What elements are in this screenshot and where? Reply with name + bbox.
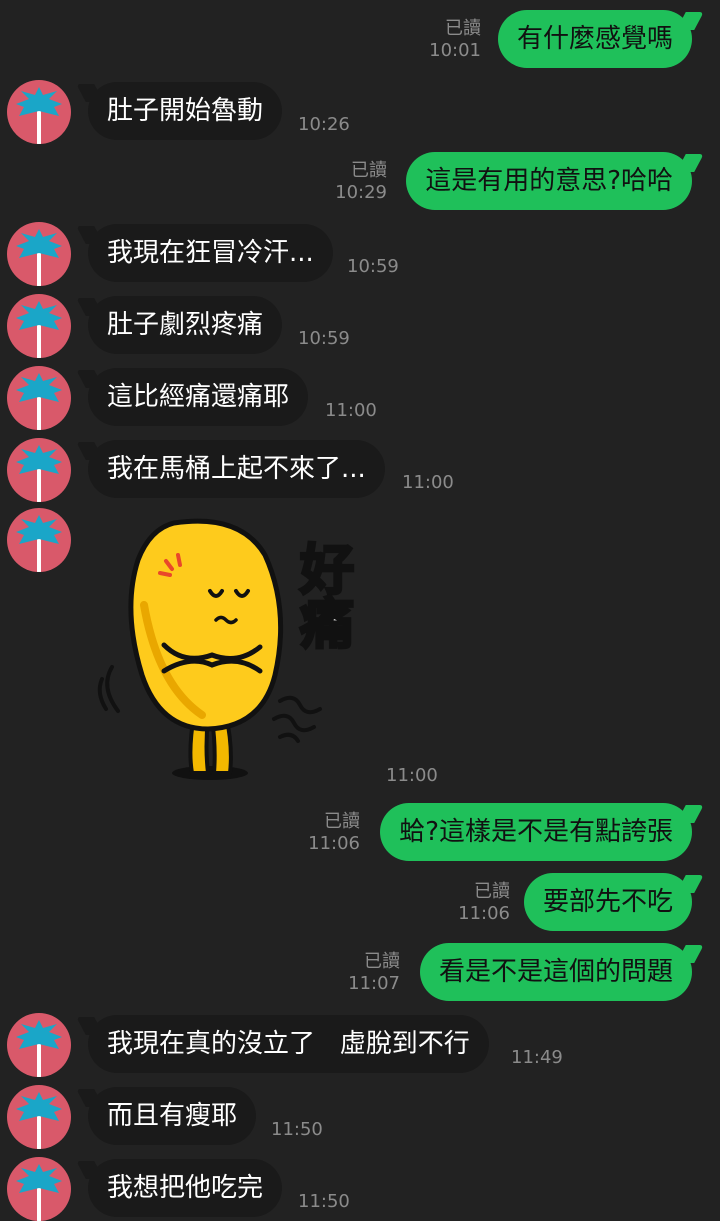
- contact-avatar[interactable]: [7, 508, 71, 572]
- palm-tree-icon: [16, 1020, 62, 1077]
- message-row: 已讀 11:06 蛤?這樣是不是有點誇張: [0, 803, 720, 863]
- contact-avatar[interactable]: [7, 1013, 71, 1077]
- message-row: 我在馬桶上起不來了... 11:00: [0, 438, 720, 504]
- message-row: 我想把他吃完 11:50: [0, 1157, 720, 1221]
- message-row: 肚子劇烈疼痛 10:59: [0, 294, 720, 360]
- message-time: 10:29: [335, 182, 387, 203]
- read-receipt: 已讀: [324, 811, 360, 832]
- palm-tree-icon: [16, 373, 62, 430]
- message-time: 11:50: [298, 1191, 350, 1212]
- message-time: 11:06: [458, 903, 510, 924]
- message-row: 這比經痛還痛耶 11:00: [0, 366, 720, 432]
- palm-tree-icon: [16, 87, 62, 144]
- message-row: 已讀 11:07 看是不是這個的問題: [0, 943, 720, 1003]
- message-time: 11:06: [308, 833, 360, 854]
- read-receipt: 已讀: [364, 951, 400, 972]
- message-time: 10:26: [298, 114, 350, 135]
- palm-tree-icon: [16, 301, 62, 358]
- palm-tree-icon: [16, 229, 62, 286]
- message-meta: 已讀 10:01: [401, 18, 481, 62]
- read-receipt: 已讀: [445, 18, 481, 39]
- message-time: 11:50: [271, 1119, 323, 1140]
- message-time: 10:59: [298, 328, 350, 349]
- message-row: 已讀 10:01 有什麼感覺嗎: [0, 10, 720, 70]
- outgoing-message-bubble[interactable]: 這是有用的意思?哈哈: [406, 152, 692, 210]
- read-receipt: 已讀: [351, 160, 387, 181]
- message-row: 已讀 10:29 這是有用的意思?哈哈: [0, 152, 720, 212]
- palm-tree-icon: [16, 1092, 62, 1149]
- contact-avatar[interactable]: [7, 438, 71, 502]
- palm-tree-icon: [16, 1164, 62, 1221]
- incoming-message-bubble[interactable]: 我在馬桶上起不來了...: [88, 440, 385, 498]
- contact-avatar[interactable]: [7, 1085, 71, 1149]
- message-meta: 已讀 10:29: [307, 160, 387, 204]
- message-row: 肚子開始魯動 10:26: [0, 80, 720, 146]
- message-time: 11:07: [348, 973, 400, 994]
- message-row: 我現在真的沒立了 虛脫到不行 11:49: [0, 1013, 720, 1079]
- contact-avatar[interactable]: [7, 80, 71, 144]
- incoming-message-bubble[interactable]: 而且有瘦耶: [88, 1087, 257, 1145]
- contact-avatar[interactable]: [7, 366, 71, 430]
- palm-tree-icon: [16, 445, 62, 502]
- outgoing-message-bubble[interactable]: 要部先不吃: [523, 873, 692, 931]
- message-meta: 已讀 11:07: [320, 951, 400, 995]
- message-row: 我現在狂冒冷汗... 10:59: [0, 222, 720, 288]
- message-time: 11:00: [402, 472, 454, 493]
- incoming-message-bubble[interactable]: 我現在真的沒立了 虛脫到不行: [88, 1015, 489, 1073]
- contact-avatar[interactable]: [7, 1157, 71, 1221]
- outgoing-message-bubble[interactable]: 看是不是這個的問題: [419, 943, 692, 1001]
- sticker-text: 好痛: [291, 541, 355, 649]
- message-time: 11:00: [325, 400, 377, 421]
- message-meta: 已讀 11:06: [280, 811, 360, 855]
- palm-tree-icon: [16, 515, 62, 572]
- incoming-message-bubble[interactable]: 肚子開始魯動: [88, 82, 283, 140]
- message-time: 10:01: [429, 40, 481, 61]
- yellow-bean-sticker-icon: 好痛: [97, 518, 356, 780]
- message-meta: 已讀 11:06: [430, 881, 510, 925]
- contact-avatar[interactable]: [7, 222, 71, 286]
- pain-sticker[interactable]: 好痛: [90, 515, 360, 790]
- read-receipt: 已讀: [474, 881, 510, 902]
- incoming-message-bubble[interactable]: 我現在狂冒冷汗...: [88, 224, 333, 282]
- message-row: 已讀 11:06 要部先不吃: [0, 873, 720, 933]
- incoming-message-bubble[interactable]: 肚子劇烈疼痛: [88, 296, 283, 354]
- message-row: 而且有瘦耶 11:50: [0, 1085, 720, 1151]
- message-time: 11:00: [386, 765, 438, 786]
- message-time: 11:49: [511, 1047, 563, 1068]
- contact-avatar[interactable]: [7, 294, 71, 358]
- incoming-message-bubble[interactable]: 我想把他吃完: [88, 1159, 283, 1217]
- outgoing-message-bubble[interactable]: 蛤?這樣是不是有點誇張: [380, 803, 692, 861]
- outgoing-message-bubble[interactable]: 有什麼感覺嗎: [497, 10, 692, 68]
- message-time: 10:59: [347, 256, 399, 277]
- incoming-message-bubble[interactable]: 這比經痛還痛耶: [88, 368, 309, 426]
